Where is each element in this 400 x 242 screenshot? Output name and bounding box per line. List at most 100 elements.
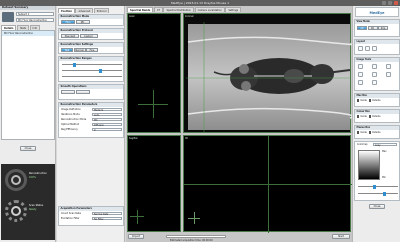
settings-panel: Position Advanced Protocol Reconstruction …: [57, 6, 125, 242]
reconstruction-ranges-section: Reconstruction Ranges: [58, 56, 124, 82]
pan-icon[interactable]: [358, 64, 363, 69]
acq-label: Excitation Filter: [61, 217, 80, 220]
left-panel: Dataset Summary Subject 1 MC Fluor Recon…: [0, 6, 56, 242]
section-title: Reconstruction Ranges: [59, 57, 123, 61]
settings-normal-button[interactable]: Normal: [73, 48, 86, 52]
close-window-button[interactable]: [394, 1, 398, 5]
window-slider-handle[interactable]: [383, 191, 386, 196]
checkbox[interactable]: [368, 99, 372, 102]
viewport-sagittal[interactable]: Sagittal: [127, 135, 181, 232]
param-value[interactable]: Auto: [92, 112, 122, 117]
option-label: Inside: [360, 99, 367, 102]
reconstruction-mode-section: Reconstruction Mode Fluo MC: [58, 14, 124, 26]
range-slider-track[interactable]: [62, 64, 122, 65]
colormap-select[interactable]: Gray: [373, 142, 397, 147]
param-value[interactable]: MC: [92, 117, 122, 122]
tab-ct[interactable]: CT: [153, 7, 163, 12]
option-label: Outside: [371, 131, 381, 134]
progress-bar: [166, 235, 226, 238]
viewport-axial[interactable]: Axial: [127, 13, 181, 133]
settings-tab-advanced[interactable]: Advanced: [75, 8, 94, 13]
reconstruction-settings-section: Reconstruction Settings Fast Normal Fine: [58, 42, 124, 54]
right-close-button[interactable]: Close: [369, 204, 385, 209]
list-item[interactable]: MC Fluor Reconstruction: [2, 31, 54, 36]
window-slider-track[interactable]: [358, 193, 398, 194]
param-label: Reconstruction Mode: [61, 118, 87, 121]
gauge-label-2: Scan Status: [29, 204, 44, 207]
max-label: Max: [382, 150, 387, 153]
layout-grid-icon[interactable]: [365, 46, 370, 51]
settings-tab-protocol[interactable]: Protocol: [93, 8, 110, 13]
layout-single-icon[interactable]: [358, 46, 363, 51]
dataset-thumbnail-icon: [2, 12, 14, 22]
param-label: Image Definition: [61, 108, 81, 111]
param-value[interactable]: Diffusion: [92, 122, 122, 127]
mode-fluo-button[interactable]: Fluo: [61, 20, 75, 24]
acq-value[interactable]: Normal Rate: [92, 211, 122, 216]
checkbox[interactable]: [368, 131, 372, 134]
smooth-option-1[interactable]: [61, 90, 75, 94]
import-button[interactable]: Import: [128, 234, 144, 239]
tab-spectral-distribution[interactable]: Spectral Distribution: [163, 7, 195, 12]
param-label: Iterations Mode: [61, 113, 80, 116]
gauge-inner-1: [11, 175, 21, 185]
viewport-label: Axial: [129, 15, 135, 18]
settings-fast-button[interactable]: Fast: [61, 48, 73, 52]
tab-camera-localization[interactable]: Camera Localization: [194, 7, 225, 12]
colormap-section: Colormap Gray Max Min: [354, 141, 400, 201]
colormap-row: Colormap Gray: [355, 142, 399, 147]
range-slider-track-2[interactable]: [62, 70, 122, 71]
tab-settings[interactable]: Settings: [225, 7, 242, 12]
view-3d-button[interactable]: 3D: [367, 25, 378, 30]
window-level-icon[interactable]: [386, 72, 391, 77]
smooth-option-2[interactable]: [75, 90, 90, 94]
start-button[interactable]: Start: [332, 234, 350, 239]
layout-section: Layout: [354, 39, 400, 55]
maximize-button[interactable]: [388, 1, 392, 5]
range-slider-handle[interactable]: [73, 62, 76, 67]
min-label: Min: [382, 176, 386, 179]
level-slider-handle[interactable]: [373, 184, 376, 189]
param-row: Reg Efficiency 0: [59, 127, 123, 132]
acquisition-parameters-section: Acquisition Parameters Count Scan Rate No…: [58, 206, 124, 226]
crosshair-v: [268, 136, 269, 233]
reset-icon[interactable]: [358, 80, 363, 85]
left-close-button[interactable]: Close: [20, 146, 36, 151]
settings-fine-button[interactable]: Fine: [86, 48, 98, 52]
layout-split-icon[interactable]: [372, 46, 377, 51]
level-slider-track[interactable]: [358, 186, 398, 187]
crosshair-icon[interactable]: [358, 72, 363, 77]
param-label: Optical Method: [61, 123, 80, 126]
dataset-field[interactable]: Subject 1: [16, 12, 54, 16]
viewport-label: 3D: [185, 137, 189, 140]
view-2d-button[interactable]: 2D: [357, 25, 367, 30]
zoom-icon[interactable]: [372, 64, 377, 69]
param-value[interactable]: 0: [92, 127, 122, 132]
gauge-value-2: Ready: [29, 208, 37, 211]
tab-spectral-bands[interactable]: Spectral Bands: [127, 7, 154, 12]
settings-tab-position[interactable]: Position: [58, 8, 75, 13]
protocol-standard-button[interactable]: Standard: [61, 34, 79, 38]
viewport-3d[interactable]: 3D: [183, 135, 352, 233]
viewport-label: Sagittal: [129, 137, 138, 140]
view-mode-section: View Mode 2D 3D 4Up: [354, 19, 400, 37]
snapshot-icon[interactable]: [372, 80, 377, 85]
acq-value[interactable]: No Filter: [92, 216, 122, 221]
rotate-icon[interactable]: [386, 64, 391, 69]
measure-icon[interactable]: [372, 72, 377, 77]
checkbox[interactable]: [368, 115, 372, 118]
dataset-list: MC Fluor Reconstruction: [1, 30, 55, 140]
protocol-custom-button[interactable]: Custom: [79, 34, 98, 38]
reconstruction-parameters-section: Reconstruction Parameters Image Definiti…: [58, 102, 124, 138]
range-slider-handle-2[interactable]: [99, 68, 102, 73]
param-value[interactable]: Medium: [92, 107, 122, 112]
viewport-coronal[interactable]: Coronal: [183, 13, 352, 133]
dataset-field-2[interactable]: MC Fluor Reconstruction: [16, 18, 54, 22]
view-4up-button[interactable]: 4Up: [378, 25, 388, 30]
crosshair-v: [153, 90, 154, 118]
planes-box-section: Planes Box Inside Outside: [354, 125, 400, 139]
colour-box-section: Colour Box Inside Outside: [354, 109, 400, 123]
range-slider-track-3[interactable]: [62, 76, 122, 77]
mode-mc-button[interactable]: MC: [75, 20, 90, 24]
minimize-button[interactable]: [382, 1, 386, 5]
